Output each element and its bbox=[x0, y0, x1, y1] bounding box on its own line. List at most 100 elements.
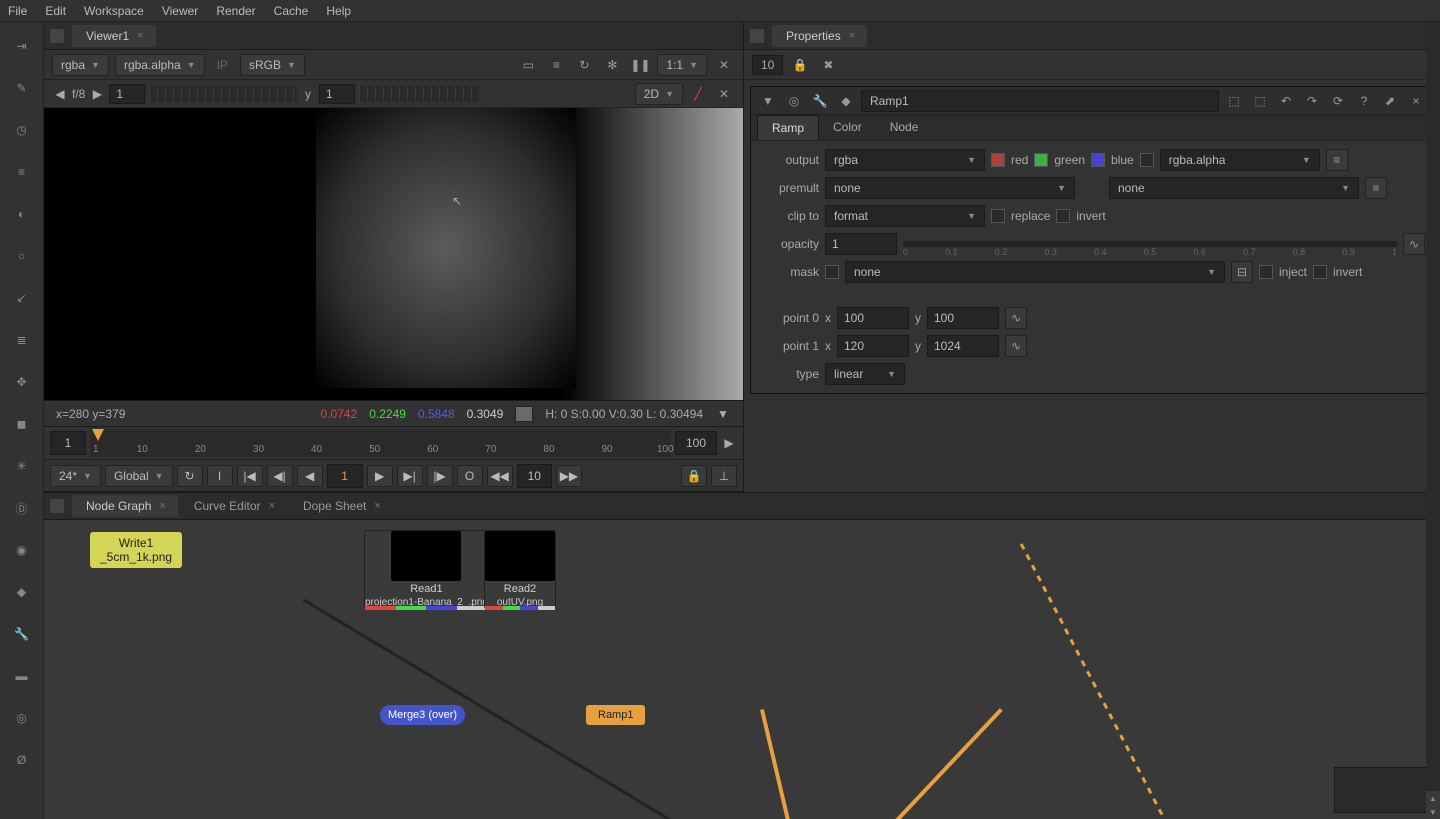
tool-arrow-icon[interactable]: ↙ bbox=[8, 284, 36, 312]
tool-wrench-icon[interactable]: 🔧 bbox=[8, 620, 36, 648]
current-frame[interactable]: 1 bbox=[327, 464, 363, 488]
tool-list-icon[interactable]: ≡ bbox=[8, 158, 36, 186]
close-panel-icon[interactable]: × bbox=[1405, 90, 1427, 112]
lock-icon[interactable]: 🔒 bbox=[681, 465, 707, 487]
ext-icon1[interactable]: ⬚ bbox=[1223, 90, 1245, 112]
anim-icon[interactable]: ∿ bbox=[1005, 335, 1027, 357]
type-dropdown[interactable]: linear▼ bbox=[825, 363, 905, 385]
clear-icon[interactable]: ✖ bbox=[817, 54, 839, 76]
tool-eye-icon[interactable]: ◉ bbox=[8, 536, 36, 564]
inject-checkbox[interactable] bbox=[1259, 265, 1273, 279]
opacity-slider[interactable]: 00.10.2 0.30.40.5 0.60.70.8 0.91 bbox=[903, 241, 1397, 247]
link-icon[interactable]: ≡ bbox=[1365, 177, 1387, 199]
zoom-dropdown[interactable]: 1:1▼ bbox=[657, 54, 707, 76]
node-read2[interactable]: Read2 outUV.png bbox=[484, 530, 556, 609]
last-frame-button[interactable]: |▶ bbox=[427, 465, 453, 487]
tool-star-icon[interactable]: ✳ bbox=[8, 452, 36, 480]
replace-checkbox[interactable] bbox=[991, 209, 1005, 223]
opacity-input[interactable]: 1 bbox=[825, 233, 897, 255]
fstop-up-icon[interactable]: ▶ bbox=[89, 86, 105, 102]
max-panels-input[interactable]: 10 bbox=[752, 55, 783, 75]
mask-link-icon[interactable]: ⊟ bbox=[1231, 261, 1253, 283]
fstop-down-icon[interactable]: ◀ bbox=[52, 86, 68, 102]
node-merge3[interactable]: Merge3 (over) bbox=[380, 705, 465, 725]
overlay-icon[interactable]: ▭ bbox=[517, 54, 539, 76]
anim-icon[interactable]: ∿ bbox=[1403, 233, 1425, 255]
blue-checkbox[interactable] bbox=[1091, 153, 1105, 167]
gamma-input[interactable]: 1 bbox=[109, 84, 145, 104]
pause-icon[interactable]: ❚❚ bbox=[629, 54, 651, 76]
menu-workspace[interactable]: Workspace bbox=[84, 4, 144, 18]
timeline-ruler[interactable]: 1 10 20 30 40 50 60 70 80 90 100 bbox=[90, 429, 671, 457]
mask-checkbox[interactable] bbox=[825, 265, 839, 279]
rewind-button[interactable]: ◀◀ bbox=[487, 465, 513, 487]
fps-dropdown[interactable]: 24*▼ bbox=[50, 465, 101, 487]
close-icon[interactable]: × bbox=[849, 30, 855, 42]
clip-icon[interactable]: ✕ bbox=[713, 83, 735, 105]
sync-dropdown[interactable]: Global▼ bbox=[105, 465, 173, 487]
channel-dropdown[interactable]: rgba▼ bbox=[52, 54, 109, 76]
lock-icon[interactable]: 🔒 bbox=[789, 54, 811, 76]
alpha-out-dropdown[interactable]: rgba.alpha▼ bbox=[1160, 149, 1320, 171]
play-back-button[interactable]: ◀ bbox=[297, 465, 323, 487]
clipto-dropdown[interactable]: format▼ bbox=[825, 205, 985, 227]
tab-dopesheet[interactable]: Dope Sheet× bbox=[289, 495, 393, 517]
hide-icon[interactable]: ✕ bbox=[713, 54, 735, 76]
info-collapse-icon[interactable]: ▼ bbox=[715, 406, 731, 422]
colorspace-dropdown[interactable]: sRGB▼ bbox=[240, 54, 305, 76]
revert-icon[interactable]: ⟳ bbox=[1327, 90, 1349, 112]
tool-clock-icon[interactable]: ◷ bbox=[8, 116, 36, 144]
timeline-start[interactable]: 1 bbox=[50, 431, 86, 455]
menu-edit[interactable]: Edit bbox=[45, 4, 66, 18]
point1-y-input[interactable]: 1024 bbox=[927, 335, 999, 357]
menu-render[interactable]: Render bbox=[216, 4, 255, 18]
tool-pie-icon[interactable]: ◐ bbox=[8, 200, 36, 228]
help-icon[interactable]: ? bbox=[1353, 90, 1375, 112]
tool-import-icon[interactable]: ⇥ bbox=[8, 32, 36, 60]
play-button[interactable]: ▶ bbox=[367, 465, 393, 487]
timeline-expand-icon[interactable]: ▶ bbox=[721, 435, 737, 451]
y-input[interactable]: 1 bbox=[319, 84, 355, 104]
alpha-checkbox[interactable] bbox=[1140, 153, 1154, 167]
step-back-button[interactable]: ◀| bbox=[267, 465, 293, 487]
scroll-down-icon[interactable]: ▼ bbox=[1426, 805, 1440, 819]
gain-slider[interactable] bbox=[149, 86, 297, 102]
node-read1[interactable]: Read1 projection1-Banana_2_.png bbox=[364, 530, 489, 609]
tool-fire-icon[interactable]: ◎ bbox=[8, 704, 36, 732]
output-dropdown[interactable]: rgba▼ bbox=[825, 149, 985, 171]
roi-icon[interactable]: ╱ bbox=[687, 83, 709, 105]
mask-dropdown[interactable]: none▼ bbox=[845, 261, 1225, 283]
skip-frames[interactable]: 10 bbox=[517, 464, 552, 488]
tool-tag-icon[interactable]: ◆ bbox=[8, 578, 36, 606]
timeline-end[interactable]: 100 bbox=[675, 431, 717, 455]
tab-node[interactable]: Node bbox=[876, 115, 933, 140]
tab-nodegraph[interactable]: Node Graph× bbox=[72, 495, 178, 517]
close-icon[interactable]: × bbox=[269, 500, 275, 512]
invert-checkbox[interactable] bbox=[1056, 209, 1070, 223]
menu-cache[interactable]: Cache bbox=[274, 4, 309, 18]
viewer-canvas[interactable]: ↖ bbox=[44, 108, 743, 400]
viewmode-dropdown[interactable]: 2D▼ bbox=[635, 83, 683, 105]
collapse-icon[interactable]: ▼ bbox=[757, 90, 779, 112]
point0-y-input[interactable]: 100 bbox=[927, 307, 999, 329]
loop-icon[interactable]: ↻ bbox=[177, 465, 203, 487]
refresh-icon[interactable]: ↻ bbox=[573, 54, 595, 76]
tool-check-icon[interactable]: Ø bbox=[8, 746, 36, 774]
node-name-input[interactable] bbox=[861, 90, 1219, 112]
y-slider[interactable] bbox=[359, 86, 479, 102]
wipe-icon[interactable]: ≡ bbox=[545, 54, 567, 76]
tool-cube-icon[interactable]: ◼ bbox=[8, 410, 36, 438]
pane-grip-icon[interactable] bbox=[750, 29, 764, 43]
playhead-icon[interactable] bbox=[92, 429, 104, 441]
vertical-scrollbar[interactable]: ▲ ▼ bbox=[1426, 22, 1440, 819]
tool-move-icon[interactable]: ✥ bbox=[8, 368, 36, 396]
in-point-button[interactable]: I bbox=[207, 465, 233, 487]
float-icon[interactable]: ⬈ bbox=[1379, 90, 1401, 112]
tool-pen-icon[interactable]: ✎ bbox=[8, 74, 36, 102]
premult-dropdown[interactable]: none▼ bbox=[825, 177, 1075, 199]
menu-file[interactable]: File bbox=[8, 4, 27, 18]
invert2-checkbox[interactable] bbox=[1313, 265, 1327, 279]
redo-icon[interactable]: ↷ bbox=[1301, 90, 1323, 112]
tool-layers-icon[interactable]: ≣ bbox=[8, 326, 36, 354]
tab-viewer1[interactable]: Viewer1 × bbox=[72, 25, 156, 47]
